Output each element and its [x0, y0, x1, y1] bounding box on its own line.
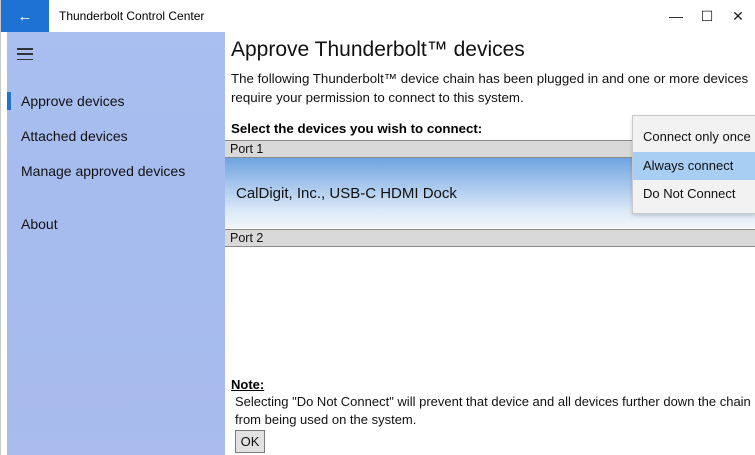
sidebar-item-about[interactable]: About: [7, 209, 225, 239]
option-connect-only-once[interactable]: Connect only once: [633, 124, 755, 150]
app-window: ← Thunderbolt Control Center — ☐ ✕ Appro…: [0, 0, 755, 455]
connection-option-dropdown[interactable]: Connect only once Always connect Do Not …: [632, 115, 755, 214]
main-content: Approve Thunderbolt™ devices The followi…: [225, 32, 755, 455]
select-devices-label: Select the devices you wish to connect:: [231, 121, 483, 136]
option-do-not-connect[interactable]: Do Not Connect: [633, 180, 755, 208]
sidebar-item-manage-approved-devices[interactable]: Manage approved devices: [7, 156, 225, 186]
page-title: Approve Thunderbolt™ devices: [231, 38, 525, 61]
device-name: CalDigit, Inc., USB-C HDMI Dock: [236, 185, 457, 202]
hamburger-icon[interactable]: [17, 48, 33, 60]
intro-text: The following Thunderbolt™ device chain …: [231, 71, 749, 105]
port-2-header: Port 2: [225, 229, 755, 247]
sidebar-item-attached-devices[interactable]: Attached devices: [7, 121, 225, 151]
sidebar: Approve devices Attached devices Manage …: [7, 32, 225, 455]
note-title: Note:: [231, 377, 265, 392]
note-text: Selecting "Do Not Connect" will prevent …: [235, 394, 751, 427]
sidebar-item-approve-devices[interactable]: Approve devices: [7, 86, 225, 116]
title-bar: ← Thunderbolt Control Center — ☐ ✕: [1, 0, 755, 32]
ok-button[interactable]: OK: [235, 430, 265, 453]
close-icon[interactable]: ✕: [715, 0, 755, 32]
back-arrow-icon[interactable]: ←: [1, 0, 49, 32]
option-always-connect[interactable]: Always connect: [633, 152, 755, 180]
app-title: Thunderbolt Control Center: [59, 9, 205, 23]
